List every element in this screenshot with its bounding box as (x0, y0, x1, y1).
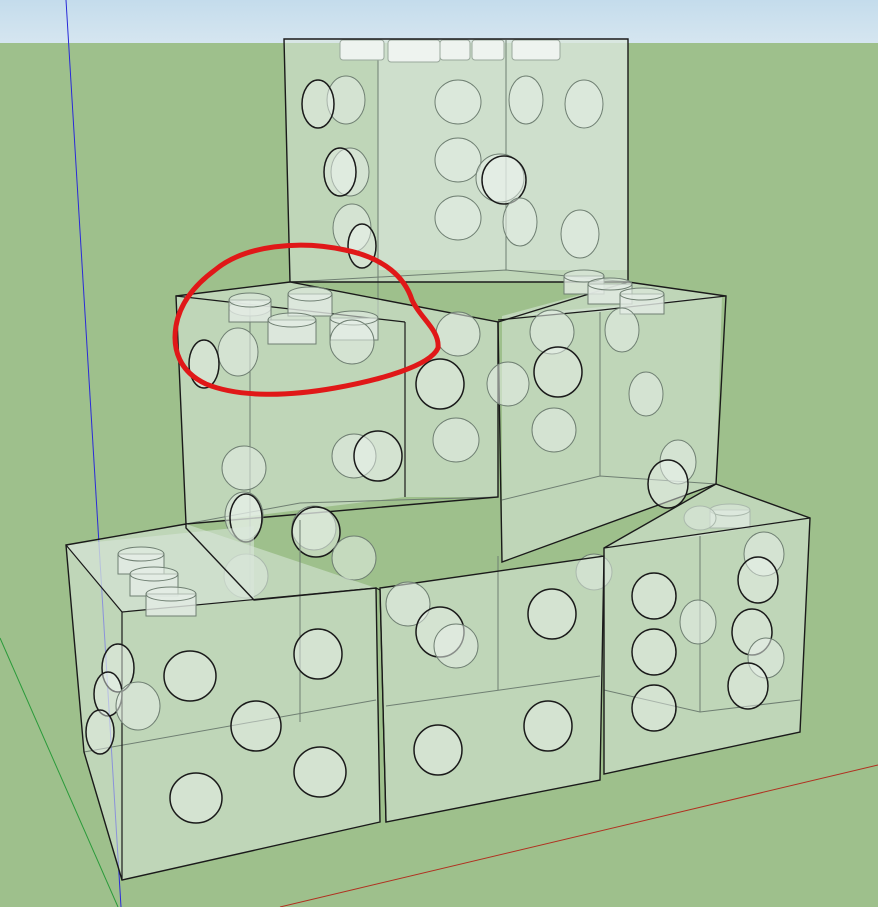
peg (339, 39, 385, 61)
peg (145, 586, 197, 617)
3d-viewport[interactable] (0, 0, 878, 907)
peg (323, 147, 370, 197)
peg (387, 39, 441, 63)
peg (631, 572, 677, 620)
peg (527, 588, 577, 640)
peg (163, 650, 217, 702)
peg (293, 746, 347, 798)
peg (413, 724, 463, 776)
peg (221, 445, 267, 491)
peg (531, 407, 577, 453)
peg (508, 75, 544, 125)
peg (434, 137, 482, 183)
peg (511, 39, 561, 61)
peg (628, 371, 664, 417)
peg (631, 628, 677, 676)
peg (631, 684, 677, 732)
peg (228, 292, 272, 323)
bottom-left-cube[interactable] (65, 520, 381, 881)
bottom-center-cube[interactable] (375, 555, 605, 823)
peg (523, 700, 573, 752)
peg (293, 628, 343, 680)
peg (533, 346, 583, 398)
peg (434, 195, 482, 241)
scene-canvas[interactable] (0, 0, 878, 907)
peg (267, 312, 317, 345)
peg (415, 358, 465, 410)
sky (0, 0, 878, 45)
peg (331, 430, 403, 482)
peg (564, 79, 604, 129)
peg (679, 599, 717, 645)
peg (560, 209, 600, 259)
peg (230, 700, 282, 752)
peg (331, 535, 377, 581)
peg (85, 709, 115, 755)
peg (291, 505, 341, 558)
peg (434, 79, 482, 125)
peg (486, 361, 530, 407)
peg (435, 311, 481, 357)
peg (604, 307, 640, 353)
peg (502, 197, 538, 247)
peg (471, 39, 505, 61)
peg (439, 39, 471, 61)
peg (169, 772, 223, 824)
peg (329, 319, 375, 365)
peg (287, 286, 333, 317)
peg (432, 417, 480, 463)
